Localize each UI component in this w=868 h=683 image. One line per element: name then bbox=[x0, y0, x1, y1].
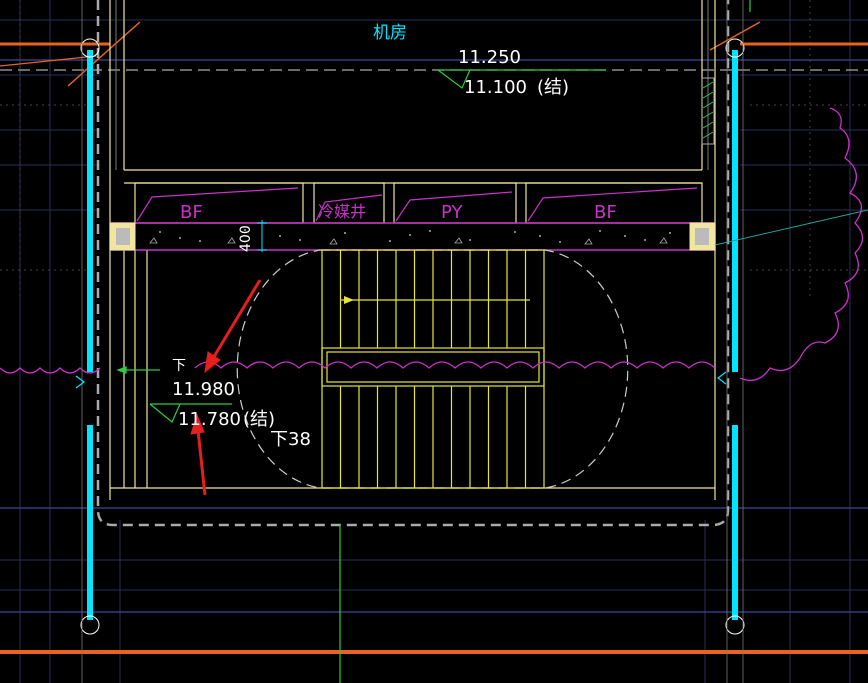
shaft-label-refrigerant: 冷媒井 bbox=[318, 202, 366, 221]
cad-drawing-canvas: 400 机房 11.250 11.100 (结) BF 冷媒井 PY BF 下 … bbox=[0, 0, 868, 683]
landing-elevation-note: (结) bbox=[243, 409, 275, 430]
landing-elevation-finish: 11.980 bbox=[172, 379, 235, 400]
elevation-top-note: (结) bbox=[537, 77, 569, 98]
shaft-label-bf-right: BF bbox=[594, 202, 617, 223]
room-label: 机房 bbox=[373, 23, 407, 43]
landing-down-label: 下 bbox=[172, 358, 186, 374]
shaft-label-bf-left: BF bbox=[180, 202, 203, 223]
slab-thickness-label: 400 bbox=[238, 225, 254, 252]
elevation-top-structure: 11.100 bbox=[464, 77, 527, 98]
stair-down-count-label: 下38 bbox=[270, 429, 311, 450]
elevation-top-finish: 11.250 bbox=[458, 47, 521, 68]
landing-elevation-structure: 11.780 bbox=[178, 409, 241, 430]
shaft-label-py: PY bbox=[441, 202, 463, 223]
